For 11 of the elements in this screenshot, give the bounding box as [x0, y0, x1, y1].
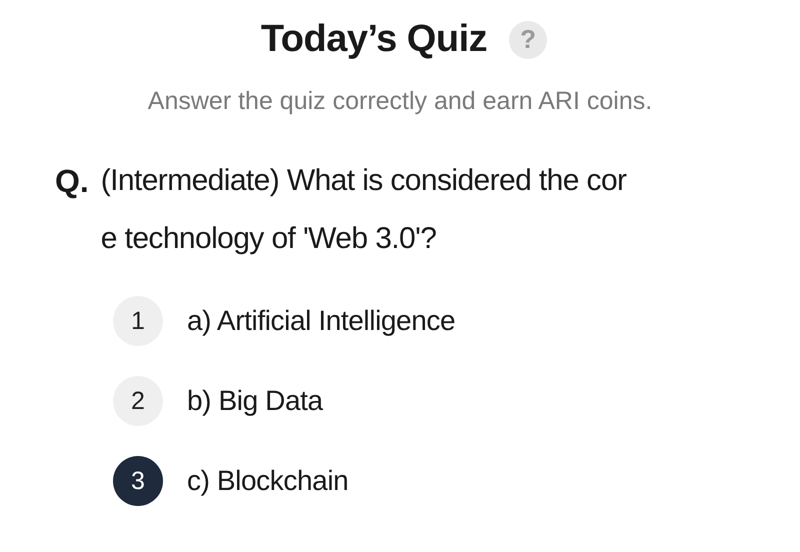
option-label[interactable]: c) Blockchain: [187, 465, 348, 497]
quiz-title: Today’s Quiz: [260, 18, 488, 61]
question-text: (Intermediate) What is considered the cor: [100, 163, 626, 199]
option-number[interactable]: 1: [113, 296, 163, 346]
subtitle: Answer the quiz correctly and earn ARI coins.: [146, 87, 654, 116]
question-text: e technology of 'Web 3.0'?: [100, 221, 438, 257]
question-prefix: Q.: [55, 162, 89, 201]
option-number[interactable]: 3: [113, 456, 163, 506]
option-label[interactable]: b) Big Data: [187, 385, 323, 417]
option-number[interactable]: 2: [113, 376, 163, 426]
option-label[interactable]: a) Artificial Intelligence: [187, 305, 456, 337]
